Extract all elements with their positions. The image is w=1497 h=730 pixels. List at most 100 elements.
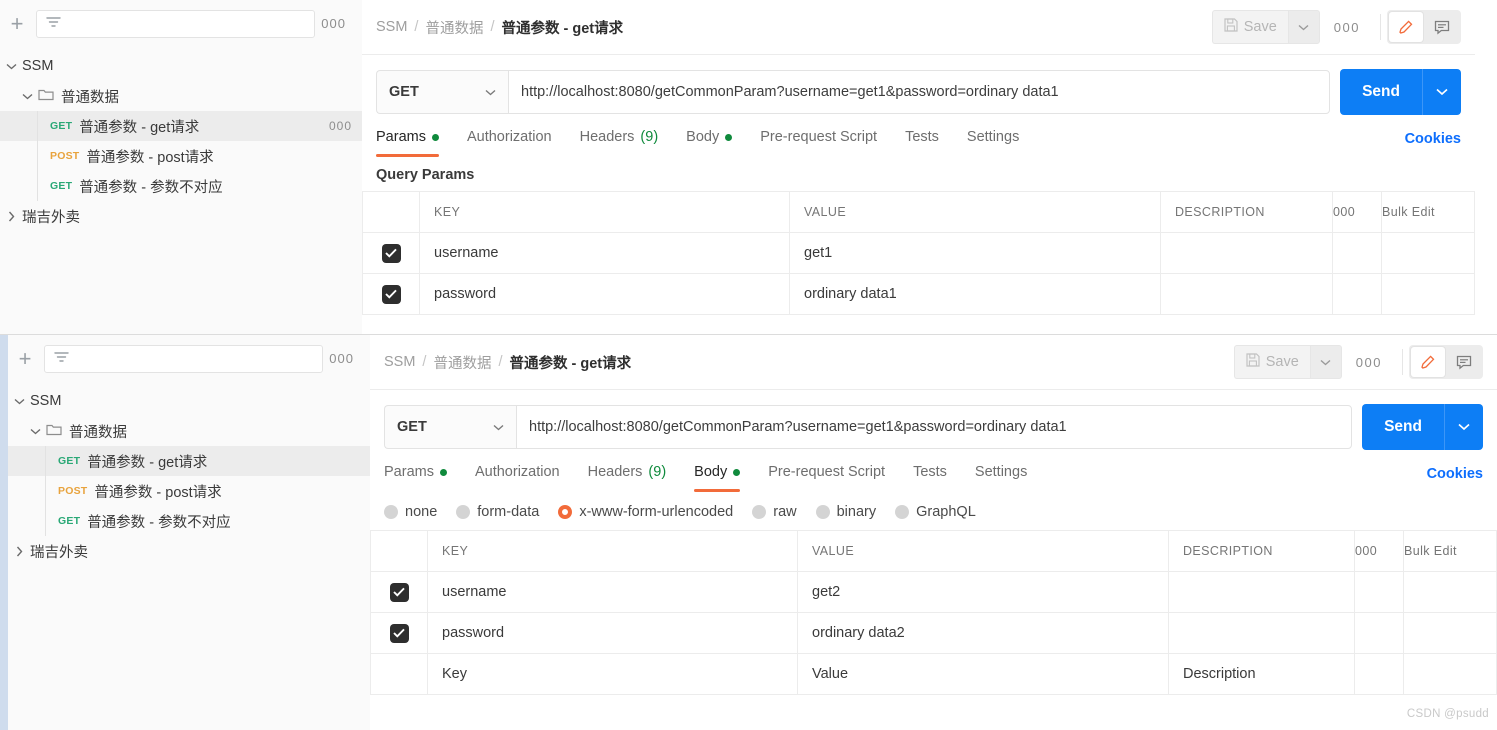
cell-description[interactable]: [1168, 571, 1355, 613]
chevron-down-icon[interactable]: [0, 63, 22, 70]
row-checkbox-cell[interactable]: [362, 232, 420, 274]
tab-headers[interactable]: Headers (9): [580, 117, 659, 157]
tab-pre-request-script[interactable]: Pre-request Script: [760, 117, 877, 157]
tab-settings[interactable]: Settings: [975, 452, 1027, 492]
breadcrumb-item-0[interactable]: SSM: [384, 354, 415, 370]
tab-settings[interactable]: Settings: [967, 117, 1019, 157]
radio-icon[interactable]: [456, 505, 471, 519]
breadcrumb-item-1[interactable]: 普通数据: [425, 17, 483, 38]
save-button[interactable]: Save: [1211, 10, 1288, 44]
cell-value[interactable]: get2: [797, 571, 1169, 613]
tree-item-folder[interactable]: 普通数据: [8, 416, 370, 446]
breadcrumb-item-1[interactable]: 普通数据: [433, 352, 491, 373]
tab-tests[interactable]: Tests: [905, 117, 939, 157]
sidebar-more-icon[interactable]: 000: [323, 352, 360, 365]
cell-key-placeholder[interactable]: Key: [427, 653, 798, 695]
tab-body[interactable]: Body: [694, 452, 741, 492]
radio-selected-icon[interactable]: [558, 505, 573, 519]
send-button[interactable]: Send: [1340, 69, 1422, 115]
radio-icon[interactable]: [815, 505, 830, 519]
tree-item-request-get1[interactable]: GET 普通参数 - get请求: [8, 446, 370, 476]
url-input[interactable]: http://localhost:8080/getCommonParam?use…: [516, 405, 1353, 449]
breadcrumb-item-0[interactable]: SSM: [376, 19, 407, 35]
checkbox-checked-icon[interactable]: [389, 623, 409, 643]
row-checkbox-cell[interactable]: [362, 273, 420, 315]
body-type-raw[interactable]: raw: [752, 504, 797, 520]
cell-value[interactable]: get1: [789, 232, 1161, 274]
tree-item-ruiji[interactable]: 瑞吉外卖: [0, 201, 362, 231]
save-dropdown-button[interactable]: [1309, 345, 1342, 379]
cell-key[interactable]: username: [419, 232, 790, 274]
cell-description[interactable]: [1160, 232, 1333, 274]
cell-value-placeholder[interactable]: Value: [797, 653, 1169, 695]
cookies-link[interactable]: Cookies: [1427, 466, 1483, 492]
checkbox-checked-icon[interactable]: [381, 243, 401, 263]
table-row[interactable]: password ordinary data1: [362, 273, 1475, 315]
tree-item-request-mismatch[interactable]: GET 普通参数 - 参数不对应: [8, 506, 370, 536]
bulk-edit-button[interactable]: Bulk Edit: [1403, 530, 1497, 572]
cell-description[interactable]: [1160, 273, 1333, 315]
filter-input[interactable]: [44, 344, 324, 373]
table-options-icon[interactable]: 000: [1332, 191, 1382, 233]
radio-icon[interactable]: [384, 505, 398, 519]
method-select[interactable]: GET: [376, 70, 508, 114]
body-type-none[interactable]: none: [384, 504, 437, 520]
checkbox-checked-icon[interactable]: [381, 284, 401, 304]
checkbox-checked-icon[interactable]: [389, 582, 409, 602]
cookies-link[interactable]: Cookies: [1405, 131, 1461, 157]
table-row-placeholder[interactable]: Key Value Description: [370, 653, 1497, 695]
tab-params[interactable]: Params: [384, 452, 447, 492]
cell-key[interactable]: password: [419, 273, 790, 315]
edit-button[interactable]: [1411, 347, 1445, 377]
body-type-form-data[interactable]: form-data: [456, 504, 539, 520]
chevron-down-icon[interactable]: [24, 428, 46, 435]
tab-params[interactable]: Params: [376, 117, 439, 157]
chevron-down-icon[interactable]: [16, 93, 38, 100]
cell-key[interactable]: username: [427, 571, 798, 613]
method-select[interactable]: GET: [384, 405, 516, 449]
comment-button[interactable]: [1447, 347, 1481, 377]
cell-description-placeholder[interactable]: Description: [1168, 653, 1355, 695]
comment-button[interactable]: [1425, 12, 1459, 42]
add-icon[interactable]: +: [12, 346, 38, 372]
send-dropdown-button[interactable]: [1444, 404, 1483, 450]
tree-item-request-post[interactable]: POST 普通参数 - post请求: [8, 476, 370, 506]
send-dropdown-button[interactable]: [1422, 69, 1461, 115]
add-icon[interactable]: +: [4, 11, 30, 37]
chevron-right-icon[interactable]: [0, 211, 22, 222]
tree-item-request-post[interactable]: POST 普通参数 - post请求: [0, 141, 362, 171]
body-type-x-www-form-urlencoded[interactable]: x-www-form-urlencoded: [558, 504, 733, 520]
row-checkbox-cell[interactable]: [370, 653, 428, 695]
tree-item-folder[interactable]: 普通数据: [0, 81, 362, 111]
row-checkbox-cell[interactable]: [370, 612, 428, 654]
sidebar-more-icon[interactable]: 000: [315, 17, 352, 30]
table-row[interactable]: username get2: [370, 571, 1497, 613]
table-options-icon[interactable]: 000: [1354, 530, 1404, 572]
cell-value[interactable]: ordinary data2: [797, 612, 1169, 654]
cell-value[interactable]: ordinary data1: [789, 273, 1161, 315]
tab-tests[interactable]: Tests: [913, 452, 947, 492]
row-more-icon[interactable]: 000: [329, 119, 352, 133]
chevron-right-icon[interactable]: [8, 546, 30, 557]
body-type-binary[interactable]: binary: [815, 504, 876, 520]
header-more-icon[interactable]: 000: [1320, 20, 1374, 35]
radio-icon[interactable]: [752, 505, 767, 519]
tree-item-request-mismatch[interactable]: GET 普通参数 - 参数不对应: [0, 171, 362, 201]
cell-key[interactable]: password: [427, 612, 798, 654]
url-input[interactable]: http://localhost:8080/getCommonParam?use…: [508, 70, 1331, 114]
tree-item-request-get1[interactable]: GET 普通参数 - get请求 000: [0, 111, 362, 141]
header-more-icon[interactable]: 000: [1342, 355, 1396, 370]
save-button[interactable]: Save: [1233, 345, 1310, 379]
tree-item-ssm[interactable]: SSM: [0, 51, 362, 81]
tree-item-ruiji[interactable]: 瑞吉外卖: [8, 536, 370, 566]
row-checkbox-cell[interactable]: [370, 571, 428, 613]
tab-body[interactable]: Body: [686, 117, 733, 157]
tab-pre-request-script[interactable]: Pre-request Script: [768, 452, 885, 492]
edit-button[interactable]: [1389, 12, 1423, 42]
cell-description[interactable]: [1168, 612, 1355, 654]
tree-item-ssm[interactable]: SSM: [8, 386, 370, 416]
table-row[interactable]: username get1: [362, 232, 1475, 274]
bulk-edit-button[interactable]: Bulk Edit: [1381, 191, 1475, 233]
chevron-down-icon[interactable]: [8, 398, 30, 405]
filter-input[interactable]: [36, 9, 316, 38]
